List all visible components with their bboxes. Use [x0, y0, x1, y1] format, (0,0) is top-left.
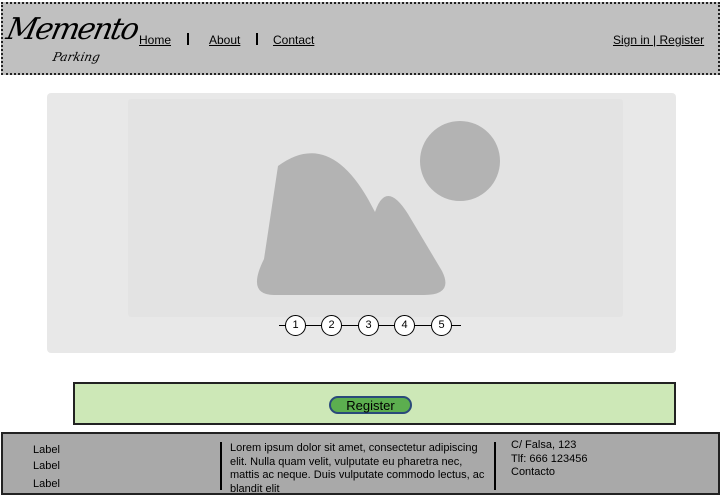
nav-item-contact[interactable]: Contact: [273, 33, 314, 47]
auth-links[interactable]: Sign in | Register: [613, 33, 704, 47]
footer-address-phone: Tlf: 666 123456: [511, 452, 588, 465]
nav-link-about[interactable]: About: [209, 33, 240, 47]
carousel-image: [128, 99, 623, 317]
footer-contact-info: C/ Falsa, 123 Tlf: 666 123456 Contacto: [511, 439, 587, 480]
image-placeholder-icon: [256, 121, 500, 295]
footer-description: Lorem ipsum dolor sit amet, consectetur …: [230, 442, 485, 495]
pager-dot-2[interactable]: 2: [321, 315, 342, 336]
register-button[interactable]: Register: [329, 396, 412, 414]
nav-item-home[interactable]: Home: [139, 33, 171, 47]
logo-wordmark: Memento: [3, 12, 141, 47]
image-carousel: 1 2 3 4 5: [47, 93, 676, 353]
logo[interactable]: Memento Parking: [3, 12, 141, 70]
footer-divider: [494, 442, 496, 490]
footer-divider: [220, 442, 222, 490]
footer-label: Label: [33, 444, 60, 456]
nav-separator: [256, 33, 258, 45]
nav-link-home[interactable]: Home: [139, 33, 171, 47]
pager-dot-4[interactable]: 4: [394, 315, 415, 336]
nav-item-about[interactable]: About: [209, 33, 240, 47]
site-footer: Label Label Label Lorem ipsum dolor sit …: [1, 432, 720, 495]
footer-contact-link[interactable]: Contacto: [511, 466, 587, 480]
site-header: Memento Parking Home About Contact Sign …: [1, 2, 720, 75]
nav-link-contact[interactable]: Contact: [273, 33, 314, 47]
footer-label: Label: [33, 460, 60, 472]
footer-label: Label: [33, 478, 60, 490]
sign-in-register-link[interactable]: Sign in | Register: [613, 33, 704, 47]
pager-dot-5[interactable]: 5: [431, 315, 452, 336]
nav-separator: [187, 33, 189, 45]
logo-tagline: Parking: [51, 50, 102, 64]
pager-dot-1[interactable]: 1: [285, 315, 306, 336]
carousel-pager: 1 2 3 4 5: [279, 315, 461, 337]
footer-address-street: C/ Falsa, 123: [511, 439, 577, 451]
register-bar: Register: [73, 382, 676, 425]
pager-dot-3[interactable]: 3: [358, 315, 379, 336]
